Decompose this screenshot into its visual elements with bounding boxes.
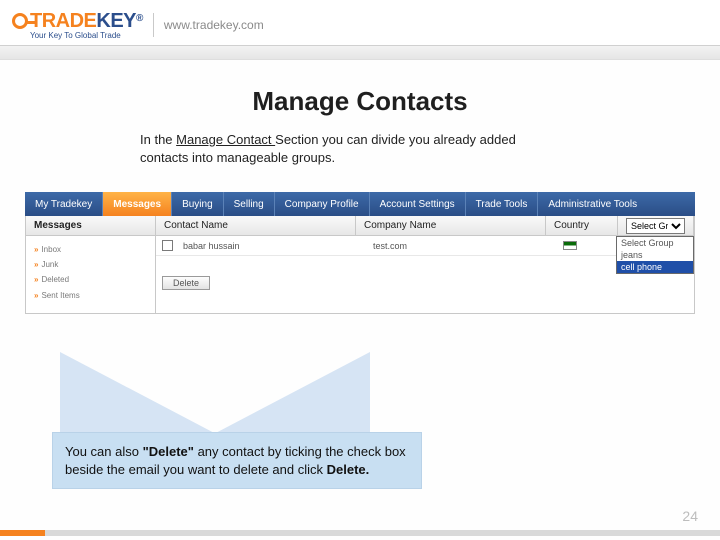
tab-my-tradekey[interactable]: My Tradekey [25, 192, 103, 216]
highlight-beam [60, 352, 220, 436]
col-group: Select Group [618, 216, 694, 235]
content-body: »Inbox »Junk »Deleted »Sent Items babar … [25, 236, 695, 314]
col-country: Country [546, 216, 618, 235]
tab-trade-tools[interactable]: Trade Tools [466, 192, 539, 216]
intro-text: In the Manage Contact Section you can di… [140, 131, 540, 166]
tab-messages[interactable]: Messages [103, 192, 172, 216]
key-icon [12, 13, 28, 29]
col-contact-name: Contact Name [156, 216, 356, 235]
dropdown-option[interactable]: Select Group [617, 237, 693, 249]
callout-bold-delete: "Delete" [143, 444, 194, 459]
callout-bold-delete2: Delete. [327, 462, 370, 477]
top-nav: My Tradekey Messages Buying Selling Comp… [25, 192, 695, 216]
page-title: Manage Contacts [0, 86, 720, 117]
row-checkbox[interactable] [162, 240, 173, 251]
footer-accent [0, 530, 720, 536]
sidebar-item-sent[interactable]: »Sent Items [34, 288, 147, 303]
screenshot-panel: My Tradekey Messages Buying Selling Comp… [25, 192, 695, 314]
dropdown-option[interactable]: jeans [617, 249, 693, 261]
header-bar: TRADE KEY ® Your Key To Global Trade www… [0, 0, 720, 46]
logo-tagline: Your Key To Global Trade [30, 31, 143, 40]
tab-company-profile[interactable]: Company Profile [275, 192, 370, 216]
logo-trade: TRADE [30, 10, 96, 33]
logo-registered: ® [136, 13, 143, 24]
divider [153, 13, 154, 37]
logo-key: KEY [96, 10, 136, 33]
callout-box: You can also "Delete" any contact by tic… [52, 432, 422, 489]
intro-underlined: Manage Contact [176, 132, 275, 147]
highlight-beam [210, 352, 370, 436]
intro-pre: In the [140, 132, 176, 147]
sidebar-item-junk[interactable]: »Junk [34, 257, 147, 272]
sidebar-item-deleted[interactable]: »Deleted [34, 272, 147, 287]
cell-contact-name: babar hussain [183, 241, 373, 251]
delete-button[interactable]: Delete [162, 276, 210, 290]
tab-admin-tools[interactable]: Administrative Tools [538, 192, 695, 216]
header-url: www.tradekey.com [164, 18, 264, 32]
logo: TRADE KEY ® Your Key To Global Trade [12, 10, 143, 40]
cell-company-name: test.com [373, 241, 563, 251]
tab-buying[interactable]: Buying [172, 192, 224, 216]
table-row: babar hussain test.com [156, 236, 694, 256]
contact-list: babar hussain test.com Select Group jean… [156, 236, 694, 313]
dropdown-option-selected[interactable]: cell phone [617, 261, 693, 273]
header-gradient [0, 46, 720, 60]
sidebar-item-inbox[interactable]: »Inbox [34, 242, 147, 257]
group-dropdown-open[interactable]: Select Group jeans cell phone [616, 236, 694, 274]
group-select[interactable]: Select Group [626, 218, 685, 234]
column-headers: Messages Contact Name Company Name Count… [25, 216, 695, 236]
page-number: 24 [682, 508, 698, 524]
tab-selling[interactable]: Selling [224, 192, 275, 216]
callout-text: You can also [65, 444, 143, 459]
col-company-name: Company Name [356, 216, 546, 235]
messages-sidebar: »Inbox »Junk »Deleted »Sent Items [26, 236, 156, 313]
flag-icon [563, 241, 577, 250]
tab-account-settings[interactable]: Account Settings [370, 192, 466, 216]
col-messages: Messages [26, 216, 156, 235]
